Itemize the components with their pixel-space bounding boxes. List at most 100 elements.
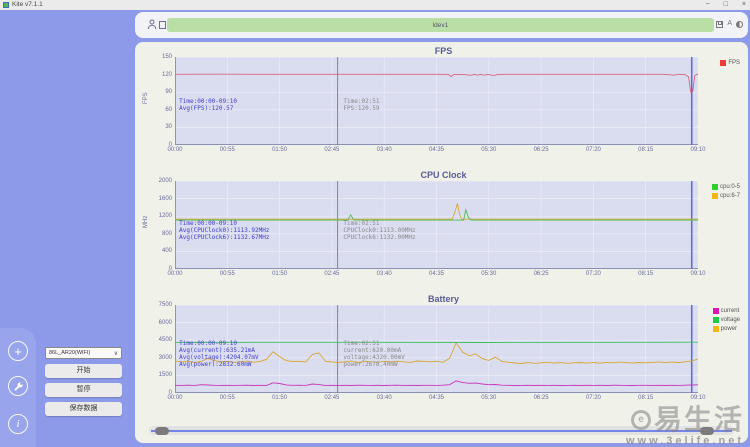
cpu-clock-chart: CPU Clock Time:00:00-09:10 Avg(CPUClock0)… [143,169,742,293]
x-tick-label: 01:50 [272,271,288,277]
x-tick-label: 04:35 [428,271,445,277]
device-select-value: 86L_AR20(WIFI) [49,350,91,356]
slider-range-line [151,429,732,432]
x-tick-label: 05:30 [481,271,497,277]
x-tick-label: 00:55 [219,395,235,401]
app-icon [3,2,9,8]
x-tick-label: 07:20 [585,147,601,153]
fps-chart: FPS Time:00:00-09:10 Avg(FPS):120.57 Time:… [143,45,742,169]
chart-annotation: Time:00:00-09:10 Avg(FPS):120.57 [179,98,237,113]
plot-area[interactable]: Time:00:00-09:10 Avg(CPUClock0):1113.92MH… [175,181,698,269]
legend-label: power [720,325,737,332]
x-tick-label: 02:45 [324,395,340,401]
theme-icon[interactable] [736,20,743,28]
legend-label: voltage [720,316,740,323]
chart-canvas[interactable] [175,57,698,145]
legend-item: cpu:6-7 [711,191,740,200]
y-tick-label: 1500 [158,372,172,379]
x-tick-label: 09:10 [690,147,706,153]
y-tick-label: 1200 [158,213,172,220]
charts-panel: FPS Time:00:00-09:10 Avg(FPS):120.57 Time:… [135,42,748,443]
plot-outer: Time:00:00-09:10 Avg(current):635.21mA Avg… [159,302,706,407]
chevron-down-icon: ∨ [113,350,118,357]
plus-icon: + [14,343,22,359]
chart-title: Battery [427,294,459,304]
x-tick-label: 08:15 [638,271,654,277]
hover-tooltip: Time:02:51 current:620.00mA voltage:4320.0… [343,340,405,369]
side-drawer: + i [0,328,36,447]
toolbar-right-icons: A [716,20,743,28]
y-tick-label: 150 [161,54,172,60]
save-data-button[interactable]: 保存数据 [45,402,122,416]
hover-tooltip: Time:02:51 CPUClock0:1113.00MHz CPUClock6:… [343,219,416,241]
slider-right-handle[interactable] [700,426,714,435]
x-tick-label: 03:40 [376,147,392,153]
minimize-button[interactable]: − [706,0,710,10]
y-axis-label: FPS [143,92,149,104]
chart-title: FPS [434,46,453,56]
user-icon[interactable] [147,19,157,30]
legend-swatch [712,307,719,314]
plot-area[interactable]: Time:00:00-09:10 Avg(FPS):120.57 Time:02:5… [175,57,698,145]
plot-area[interactable]: Time:00:00-09:10 Avg(current):635.21mA Avg… [175,305,698,393]
tools-button[interactable] [8,376,28,396]
legend-swatch [720,59,727,66]
window-title: Kite v7.1.1 [12,1,43,8]
maximize-button[interactable]: □ [724,0,728,10]
legend-label: FPS [728,59,740,66]
y-tick-label: 7500 [158,302,172,308]
x-tick-label: 06:25 [533,271,549,277]
y-tick-label: 120 [161,71,172,78]
y-tick-label: 60 [165,106,172,113]
y-tick-label: 400 [161,248,172,255]
x-tick-label: 04:35 [428,395,445,401]
control-panel: 86L_AR20(WIFI) ∨ 开始 暂停 保存数据 [45,347,122,416]
language-icon[interactable]: A [727,20,732,28]
add-button[interactable]: + [8,341,28,361]
x-tick-label: 06:25 [533,395,549,401]
device-icon[interactable] [159,21,166,29]
device-id-field[interactable] [167,18,714,32]
main-page: + i 86L_AR20(WIFI) ∨ 开始 暂停 保存数据 ldev1 A … [0,10,750,447]
x-tick-label: 08:15 [638,147,654,153]
chart-legend: current voltage power [712,306,740,333]
x-tick-label: 00:00 [167,271,183,277]
plot-outer: Time:00:00-09:10 Avg(FPS):120.57 Time:02:5… [143,54,706,159]
chart-annotation: Time:00:00-09:10 Avg(current):635.21mA Avg… [179,340,259,369]
legend-item: FPS [720,58,740,67]
info-icon: i [16,418,20,430]
legend-item: voltage [712,315,740,324]
titlebar: Kite v7.1.1 − □ × [0,0,750,10]
y-tick-label: 30 [165,124,172,131]
x-tick-label: 08:15 [638,395,654,401]
y-tick-label: 6000 [158,319,172,326]
device-select[interactable]: 86L_AR20(WIFI) ∨ [45,347,122,359]
chart-title: CPU Clock [420,170,467,180]
x-tick-label: 00:55 [219,271,235,277]
y-tick-label: 2000 [158,178,172,184]
y-tick-label: 1600 [158,195,172,202]
start-button[interactable]: 开始 [45,364,122,378]
x-tick-label: 09:10 [690,395,706,401]
info-button[interactable]: i [8,414,28,434]
x-tick-label: 02:45 [324,271,340,277]
pause-button[interactable]: 暂停 [45,383,122,397]
plot-outer: Time:00:00-09:10 Avg(CPUClock0):1113.92MH… [143,178,706,283]
wrench-icon [14,381,23,390]
x-tick-label: 03:40 [376,271,392,277]
time-range-slider[interactable] [149,426,734,436]
save-icon[interactable] [716,20,724,28]
x-tick-label: 07:20 [585,271,601,277]
x-tick-label: 01:50 [272,395,288,401]
slider-left-handle[interactable] [155,426,169,435]
legend-swatch [711,192,718,199]
x-tick-label: 09:10 [690,271,706,277]
y-tick-label: 90 [165,89,172,96]
legend-swatch [712,325,719,332]
battery-chart: Battery Time:00:00-09:10 Avg(current):635… [145,293,742,417]
y-axis-label: MHz [143,215,149,228]
x-tick-label: 00:00 [167,147,183,153]
close-button[interactable]: × [742,0,746,10]
legend-item: current [712,306,740,315]
x-tick-label: 03:40 [376,395,392,401]
